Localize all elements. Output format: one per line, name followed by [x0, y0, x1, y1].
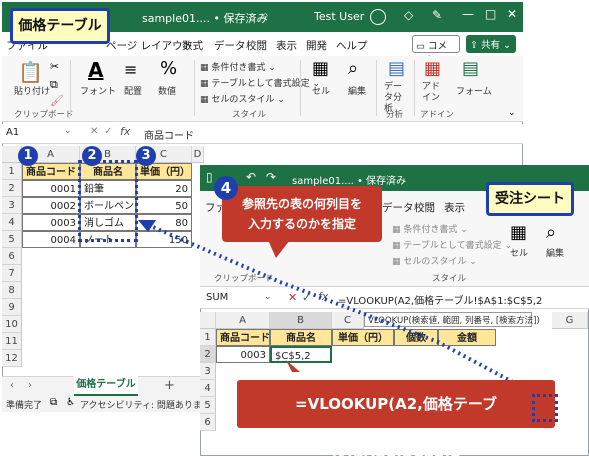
callout-tail — [268, 240, 290, 258]
arrow-head-icon — [138, 220, 156, 232]
formula-callout-tail — [286, 360, 300, 372]
column-number-highlight — [532, 394, 558, 422]
callout-formula: =VLOOKUP(A2,価格テーブル!$A$1:$C$5,2 — [237, 380, 555, 456]
dotted-pointer-line — [145, 222, 551, 404]
step-number-4: 4 — [214, 176, 238, 200]
